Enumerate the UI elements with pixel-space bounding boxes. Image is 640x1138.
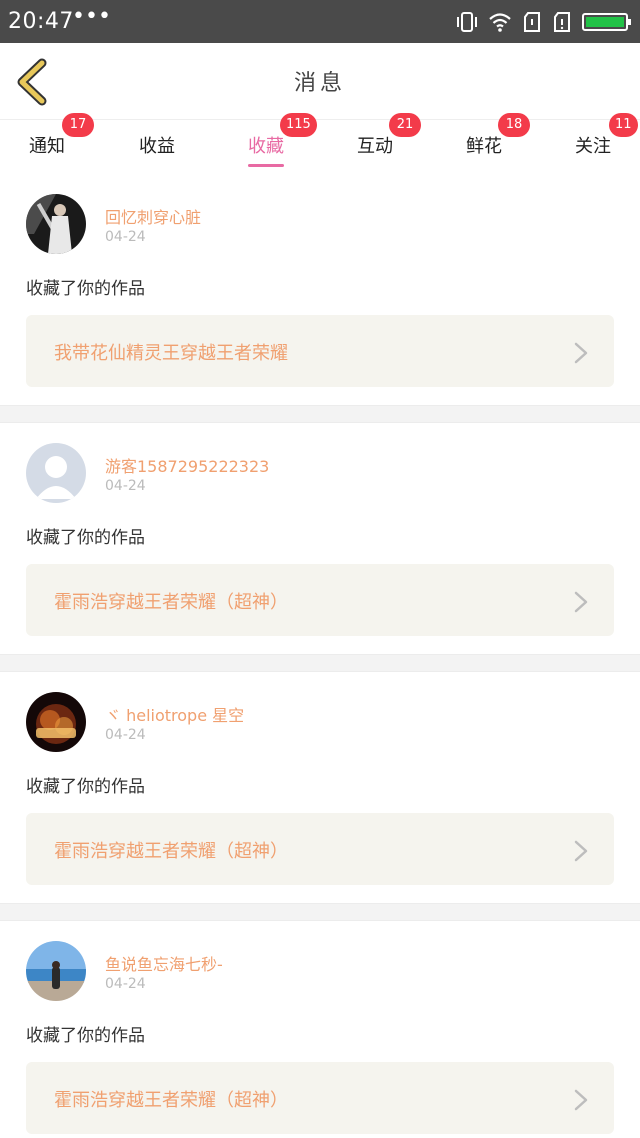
action-text: 收藏了你的作品 [26, 279, 145, 299]
tab-earnings[interactable]: 收益 [107, 120, 207, 175]
wifi-icon [488, 12, 512, 32]
action-text: 收藏了你的作品 [26, 777, 145, 797]
message-date: 04-24 [105, 478, 146, 494]
action-text: 收藏了你的作品 [26, 528, 145, 548]
action-text: 收藏了你的作品 [26, 1026, 145, 1046]
work-title: 霍雨浩穿越王者荣耀（超神） [54, 1090, 288, 1111]
sim1-icon [522, 11, 542, 33]
work-link[interactable]: 霍雨浩穿越王者荣耀（超神） [26, 564, 614, 636]
divider [0, 654, 640, 672]
tab-bar: 通知 17 收益 收藏 115 互动 21 鲜花 18 关注 11 [0, 113, 640, 175]
user-avatar[interactable] [26, 443, 86, 503]
tab-following[interactable]: 关注 11 [543, 113, 640, 175]
vibrate-icon [456, 11, 478, 33]
active-tab-indicator [248, 164, 284, 167]
chevron-right-icon [574, 840, 588, 862]
user-name[interactable]: 游客1587295222323 [105, 453, 269, 477]
status-notification-dots: ••• [72, 4, 111, 29]
status-bar: 20:47 ••• [0, 0, 640, 43]
user-avatar[interactable] [26, 692, 86, 752]
message-list: 回忆刺穿心脏 04-24 收藏了你的作品 我带花仙精灵王穿越王者荣耀 游客158… [0, 174, 640, 1138]
work-title: 我带花仙精灵王穿越王者荣耀 [54, 343, 288, 364]
badge-count: 115 [280, 113, 317, 137]
tab-favorites[interactable]: 收藏 115 [216, 113, 317, 175]
badge-count: 11 [609, 113, 638, 137]
work-title: 霍雨浩穿越王者荣耀（超神） [54, 841, 288, 862]
tab-flowers[interactable]: 鲜花 18 [434, 113, 534, 175]
user-name[interactable]: 回忆刺穿心脏 [105, 204, 201, 228]
sim2-icon [552, 11, 572, 33]
user-name[interactable]: ヾ heliotrope 星空 [105, 702, 244, 726]
work-title: 霍雨浩穿越王者荣耀（超神） [54, 592, 288, 613]
chevron-right-icon [574, 591, 588, 613]
user-name[interactable]: 鱼说鱼忘海七秒- [105, 951, 223, 975]
battery-icon [582, 12, 632, 32]
work-link[interactable]: 霍雨浩穿越王者荣耀（超神） [26, 813, 614, 885]
divider [0, 903, 640, 921]
badge-count: 17 [62, 113, 94, 137]
user-avatar[interactable] [26, 194, 86, 254]
message-card: ヾ heliotrope 星空 04-24 收藏了你的作品 霍雨浩穿越王者荣耀（… [0, 672, 640, 903]
work-link[interactable]: 霍雨浩穿越王者荣耀（超神） [26, 1062, 614, 1134]
badge-count: 18 [498, 113, 530, 137]
work-link[interactable]: 我带花仙精灵王穿越王者荣耀 [26, 315, 614, 387]
chevron-right-icon [574, 342, 588, 364]
tab-interactions[interactable]: 互动 21 [325, 113, 425, 175]
message-card: 游客1587295222323 04-24 收藏了你的作品 霍雨浩穿越王者荣耀（… [0, 423, 640, 654]
message-card: 回忆刺穿心脏 04-24 收藏了你的作品 我带花仙精灵王穿越王者荣耀 [0, 174, 640, 405]
message-card: 鱼说鱼忘海七秒- 04-24 收藏了你的作品 霍雨浩穿越王者荣耀（超神） [0, 921, 640, 1138]
tab-label: 收益 [139, 136, 175, 157]
divider [0, 405, 640, 423]
message-date: 04-24 [105, 727, 146, 743]
status-time: 20:47 [8, 9, 74, 34]
tab-notifications[interactable]: 通知 17 [0, 113, 97, 175]
status-icons [456, 10, 632, 34]
user-avatar[interactable] [26, 941, 86, 1001]
chevron-right-icon [574, 1089, 588, 1111]
badge-count: 21 [389, 113, 421, 137]
message-date: 04-24 [105, 229, 146, 245]
message-date: 04-24 [105, 976, 146, 992]
nav-bar: 消息 [0, 43, 640, 119]
page-title: 消息 [293, 71, 346, 96]
